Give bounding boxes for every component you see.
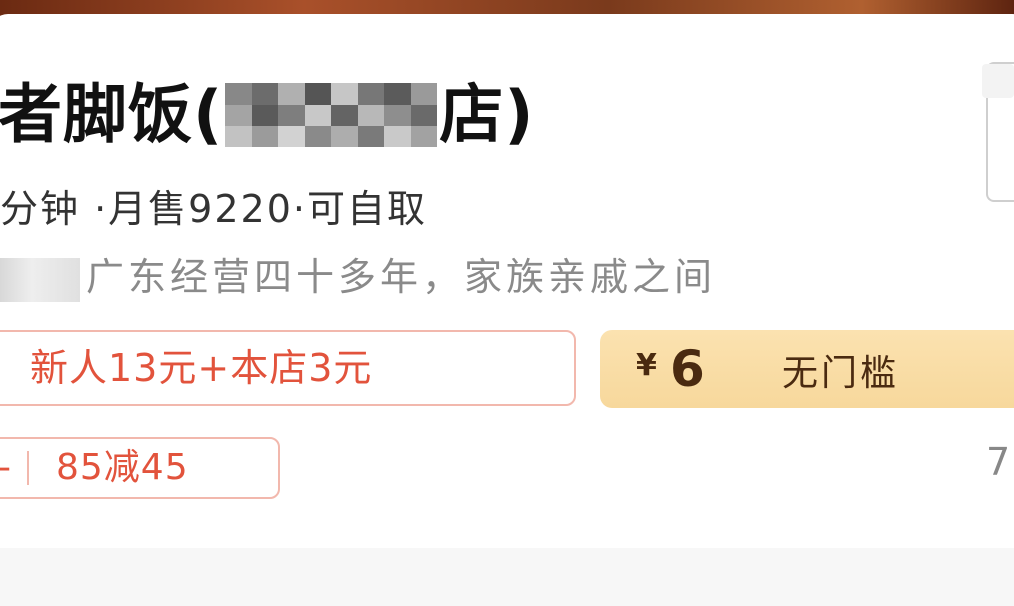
store-description[interactable]: 广东经营四十多年，家族亲戚之间 [0,246,716,302]
store-logo-thumbnail [982,64,1014,98]
store-title-suffix: 店) [439,78,535,153]
discount-label: 85减45 [56,447,189,488]
redacted-mosaic [225,83,438,148]
partial-number: 7 [986,440,1011,484]
discount-divider [27,451,29,485]
store-title-prefix: 者脚饭( [0,78,224,153]
store-meta-line: 分钟 ·月售9220·可自取 [0,187,427,231]
no-threshold-coupon[interactable]: ¥ 6 无门槛 [600,330,1014,408]
redacted-blur [0,257,80,302]
new-user-coupon-label: 新人13元+本店3元 [30,346,373,390]
discount-tag[interactable]: - 85减45 [0,437,280,499]
section-divider [0,548,1014,606]
coupon-condition: 无门槛 [782,353,900,394]
store-title: 者脚饭( 店) [0,72,535,152]
discount-dash: - [0,439,11,497]
coupon-amount: 6 [670,340,705,398]
currency-symbol: ¥ [636,348,657,383]
store-description-text: 广东经营四十多年，家族亲戚之间 [86,255,717,299]
new-user-coupon[interactable]: 新人13元+本店3元 [0,330,576,406]
